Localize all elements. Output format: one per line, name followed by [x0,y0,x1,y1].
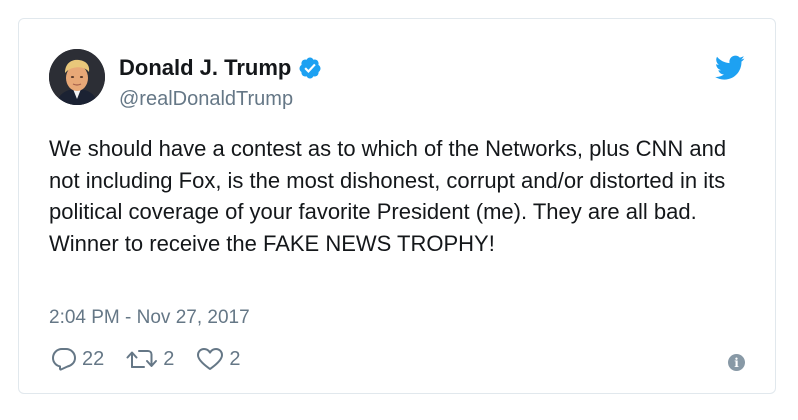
reply-count: 22 [82,348,105,370]
author-row: Donald J. Trump [119,55,322,81]
avatar-photo [49,49,105,105]
like-button[interactable]: 2 [196,347,241,371]
reply-button[interactable]: 22 [51,347,104,371]
retweet-icon [126,350,158,368]
author-name[interactable]: Donald J. Trump [119,55,291,81]
retweet-count: 2 [163,348,175,370]
verified-badge-icon [298,56,322,80]
tweet-text: We should have a contest as to which of … [49,136,727,256]
retweet-button[interactable]: 2 [126,347,174,371]
avatar[interactable] [49,49,105,105]
like-count: 2 [229,348,241,370]
author-handle[interactable]: @realDonaldTrump [119,87,293,111]
tweet-timestamp[interactable]: 2:04 PM - Nov 27, 2017 [49,306,250,330]
heart-icon [197,348,224,370]
twitter-bird-icon[interactable] [714,55,745,81]
tweet-card: Donald J. Trump @realDonaldTrump We shou… [18,18,776,394]
reply-icon [52,348,76,371]
tweet-actions: 22 2 2 [51,347,263,371]
info-icon[interactable]: i [728,354,745,371]
